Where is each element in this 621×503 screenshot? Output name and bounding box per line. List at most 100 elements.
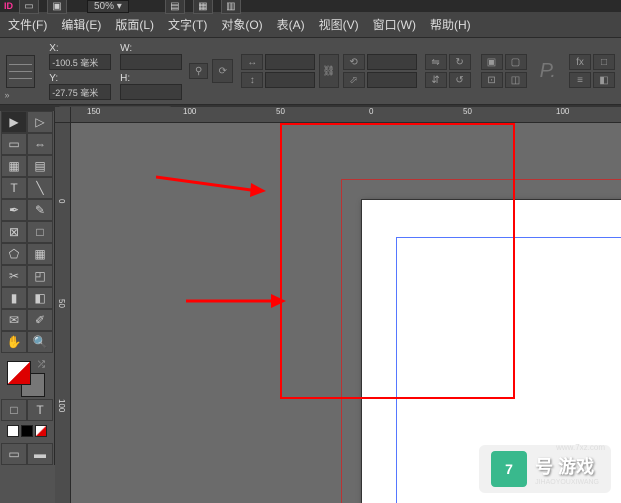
type-tool[interactable]: T [1,177,27,199]
rectangle-tool[interactable]: □ [27,221,53,243]
rotate-cw-icon[interactable]: ↻ [449,54,471,70]
swap-fill-stroke-icon[interactable]: ⤮ [38,359,45,370]
apply-text-button[interactable]: T [27,399,53,421]
toolbox-collapse-icon[interactable]: » [0,90,14,100]
effects-icon[interactable]: fx [569,54,591,70]
rotate-ccw-icon[interactable]: ↺ [449,72,471,88]
line-tool[interactable]: ╲ [27,177,53,199]
fill-frame-icon[interactable]: ◫ [505,72,527,88]
x-input[interactable] [49,54,111,70]
pencil-tool[interactable]: ✎ [27,199,53,221]
fill-swatch[interactable] [7,361,31,385]
normal-view-button[interactable]: ▭ [1,443,27,465]
annotation-arrow-2 [186,291,286,311]
reference-point-grid[interactable] [6,55,35,88]
horizontal-ruler[interactable]: 150 100 50 0 50 100 [71,107,621,123]
fit-content-icon[interactable]: ▣ [481,54,503,70]
preview-view-button[interactable]: ▬ [27,443,53,465]
menu-bar: 文件(F) 编辑(E) 版面(L) 文字(T) 对象(O) 表(A) 视图(V)… [0,12,621,38]
default-stroke-swatch[interactable] [21,425,33,437]
h-label: H: [120,73,130,84]
content-placer-tool[interactable]: ▤ [27,155,53,177]
menu-table[interactable]: 表(A) [277,16,305,33]
scale-x-input[interactable] [265,54,315,70]
document-workspace: 150 100 50 0 50 100 0 50 100 7 号 游戏 JIHA… [55,107,621,503]
ruler-h-tick: 150 [87,107,100,116]
hand-tool[interactable]: ✋ [1,331,27,353]
align-left-button[interactable]: ▤ [165,0,185,14]
view-mode-button[interactable]: ▭ [19,0,39,14]
gap-tool[interactable]: ⇔ [27,133,53,155]
scale-y-icon[interactable]: ↕ [241,72,263,88]
content-collector-tool[interactable]: ▦ [1,155,27,177]
menu-window[interactable]: 窗口(W) [373,16,416,33]
h-input[interactable] [120,84,182,100]
polygon-tool[interactable]: ⬠ [1,243,27,265]
shear-input[interactable] [367,72,417,88]
selection-tool[interactable]: ▶ [1,111,27,133]
link-wh-icon[interactable]: ⚲ [189,63,208,79]
ruler-v-tick: 50 [57,299,66,308]
rotation-angle-icon[interactable]: ⟲ [343,54,365,70]
fit-frame-icon[interactable]: ▢ [505,54,527,70]
scale-y-input[interactable] [265,72,315,88]
y-label: Y: [49,73,58,84]
gradient-feather-tool[interactable]: ◧ [27,287,53,309]
w-label: W: [120,43,132,54]
eyedropper-tool[interactable]: ✐ [27,309,53,331]
zoom-tool[interactable]: 🔍 [27,331,53,353]
table-tool[interactable]: ▦ [27,243,53,265]
zoom-value: 50% [94,1,114,12]
align-center-button[interactable]: ▦ [193,0,213,14]
ruler-h-tick: 0 [369,107,373,116]
menu-view[interactable]: 视图(V) [319,16,359,33]
rotation-input[interactable] [367,54,417,70]
menu-help[interactable]: 帮助(H) [430,16,471,33]
watermark-sub: JIHAOYOUXIWANG [535,479,599,486]
x-label: X: [49,43,58,54]
ruler-origin[interactable] [55,107,71,123]
free-transform-tool[interactable]: ◰ [27,265,53,287]
rotate-icon[interactable]: ⟳ [212,59,233,83]
shear-icon[interactable]: ⬀ [343,72,365,88]
app-logo: ID [4,1,13,11]
pen-tool[interactable]: ✒ [1,199,27,221]
ruler-v-tick: 100 [57,399,66,412]
canvas-area[interactable]: 7 号 游戏 JIHAOYOUXIWANG www.7xz.com [71,123,621,503]
menu-layout[interactable]: 版面(L) [115,16,154,33]
none-swatch[interactable] [35,425,47,437]
flip-v-icon[interactable]: ⇵ [425,72,447,88]
apply-color-button[interactable]: □ [1,399,27,421]
note-tool[interactable]: ✉ [1,309,27,331]
stroke-icon[interactable]: □ [593,54,615,70]
gradient-swatch-tool[interactable]: ▮ [1,287,27,309]
default-fill-swatch[interactable] [7,425,19,437]
constrain-icon[interactable]: ⛓ [319,54,338,88]
toolbox: ▶▷ ▭⇔ ▦▤ T╲ ✒✎ ⊠□ ⬠▦ ✂◰ ▮◧ ✉✐ ✋🔍 ⤮ □T ▭▬ [0,111,55,465]
control-bar: X: W: Y: H: ⚲ ⟳ ↔ ↕ ⛓ ⟲ ⬀ ⇋↻ ⇵↺ ▣▢ ⊡◫ P.… [0,38,621,105]
menu-file[interactable]: 文件(F) [8,16,47,33]
menu-edit[interactable]: 编辑(E) [61,16,101,33]
screen-mode-button[interactable]: ▣ [47,0,67,14]
zoom-level-dropdown[interactable]: 50% ▾ [87,0,129,13]
watermark-url: www.7xz.com [556,443,605,452]
flip-h-icon[interactable]: ⇋ [425,54,447,70]
scissors-tool[interactable]: ✂ [1,265,27,287]
watermark-logo: 7 [491,451,527,487]
vertical-ruler[interactable]: 0 50 100 [55,123,71,503]
direct-selection-tool[interactable]: ▷ [27,111,53,133]
ruler-h-tick: 50 [463,107,472,116]
wrap-icon[interactable]: ≡ [569,72,591,88]
page-tool[interactable]: ▭ [1,133,27,155]
paragraph-style-icon[interactable]: P. [531,56,565,86]
fill-stroke-swatch[interactable]: ⤮ [5,359,49,399]
corner-icon[interactable]: ◧ [593,72,615,88]
menu-object[interactable]: 对象(O) [221,16,262,33]
scale-x-icon[interactable]: ↔ [241,54,263,70]
align-right-button[interactable]: ▥ [221,0,241,14]
y-input[interactable] [49,84,111,100]
rectangle-frame-tool[interactable]: ⊠ [1,221,27,243]
w-input[interactable] [120,54,182,70]
menu-type[interactable]: 文字(T) [168,16,207,33]
center-content-icon[interactable]: ⊡ [481,72,503,88]
